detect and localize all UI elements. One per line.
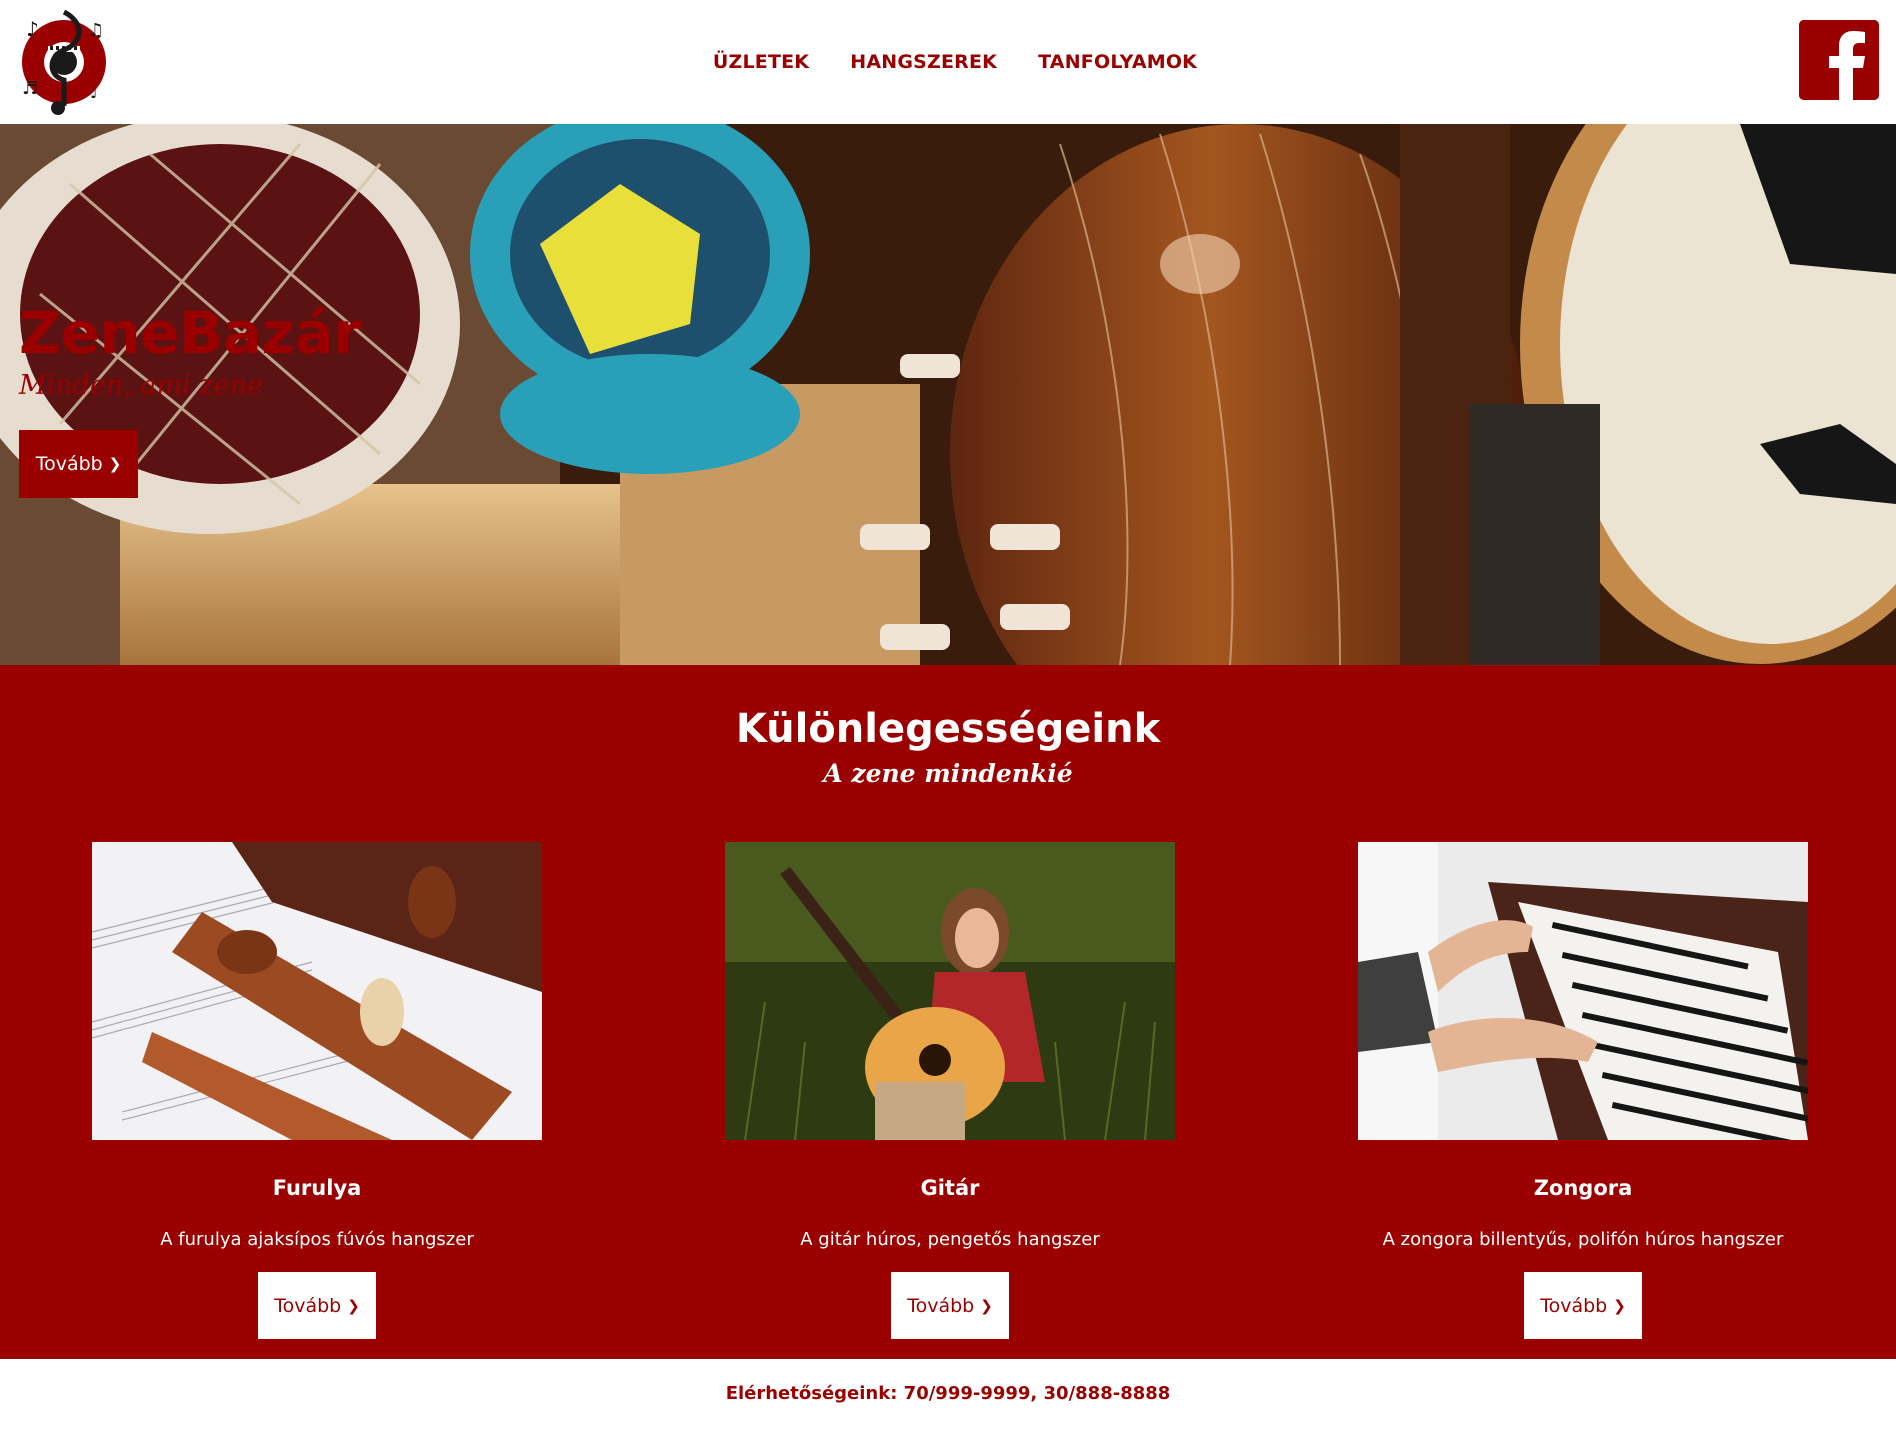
hero-more-button[interactable]: Tovább ❯: [19, 430, 138, 498]
main-nav: ÜZLETEK HANGSZEREK TANFOLYAMOK: [0, 0, 1896, 124]
hero-more-label: Tovább: [35, 453, 103, 475]
section-title: Különlegességeink: [735, 706, 1161, 752]
hero-subtitle: Minden, ami zene: [19, 370, 263, 401]
facebook-icon[interactable]: [1799, 20, 1879, 100]
guitar-image: [725, 842, 1175, 1140]
card-more-button[interactable]: Tovább ❯: [258, 1272, 376, 1339]
card-text: A zongora billentyűs, polifón húros hang…: [1382, 1229, 1784, 1250]
card-more-label: Tovább: [907, 1294, 975, 1317]
site-footer: Elérhetőségeink: 70/999-9999, 30/888-888…: [0, 1359, 1896, 1444]
hero-instruments-image: [0, 124, 1896, 665]
chevron-right-icon: ❯: [1613, 1296, 1626, 1315]
card-title: Zongora: [1533, 1176, 1633, 1200]
chevron-right-icon: ❯: [108, 455, 122, 473]
card-more-label: Tovább: [1540, 1294, 1608, 1317]
card-title: Furulya: [272, 1176, 362, 1200]
contact-info: Elérhetőségeink: 70/999-9999, 30/888-888…: [725, 1383, 1171, 1404]
nav-item-tanfolyamok[interactable]: TANFOLYAMOK: [1038, 51, 1197, 73]
product-card-zongora: Zongora A zongora billentyűs, polifón hú…: [1358, 842, 1808, 1342]
site-header: ♪ ♫ ♬ ♩ ÜZLETEK HANGSZEREK TANFOLYAMOK: [0, 0, 1896, 124]
product-card-furulya: Furulya A furulya ajaksípos fúvós hangsz…: [92, 842, 542, 1342]
card-more-label: Tovább: [274, 1294, 342, 1317]
product-card-gitar: Gitár A gitár húros, pengetős hangszer T…: [725, 842, 1175, 1342]
recorder-image: [92, 842, 542, 1140]
card-more-button[interactable]: Tovább ❯: [891, 1272, 1009, 1339]
specials-section: Különlegességeink A zene mindenkié Furul…: [0, 665, 1896, 1359]
chevron-right-icon: ❯: [980, 1296, 993, 1315]
hero-banner: ZeneBazár Minden, ami zene Tovább ❯: [0, 124, 1896, 665]
hero-title: ZeneBazár: [19, 299, 362, 367]
card-title: Gitár: [920, 1176, 980, 1200]
card-more-button[interactable]: Tovább ❯: [1524, 1272, 1642, 1339]
piano-image: [1358, 842, 1808, 1140]
nav-item-uzletek[interactable]: ÜZLETEK: [713, 51, 809, 73]
chevron-right-icon: ❯: [347, 1296, 360, 1315]
card-text: A gitár húros, pengetős hangszer: [800, 1229, 1100, 1250]
nav-item-hangszerek[interactable]: HANGSZEREK: [850, 51, 997, 73]
card-text: A furulya ajaksípos fúvós hangszer: [160, 1229, 474, 1250]
section-subtitle: A zene mindenkié: [823, 759, 1073, 788]
